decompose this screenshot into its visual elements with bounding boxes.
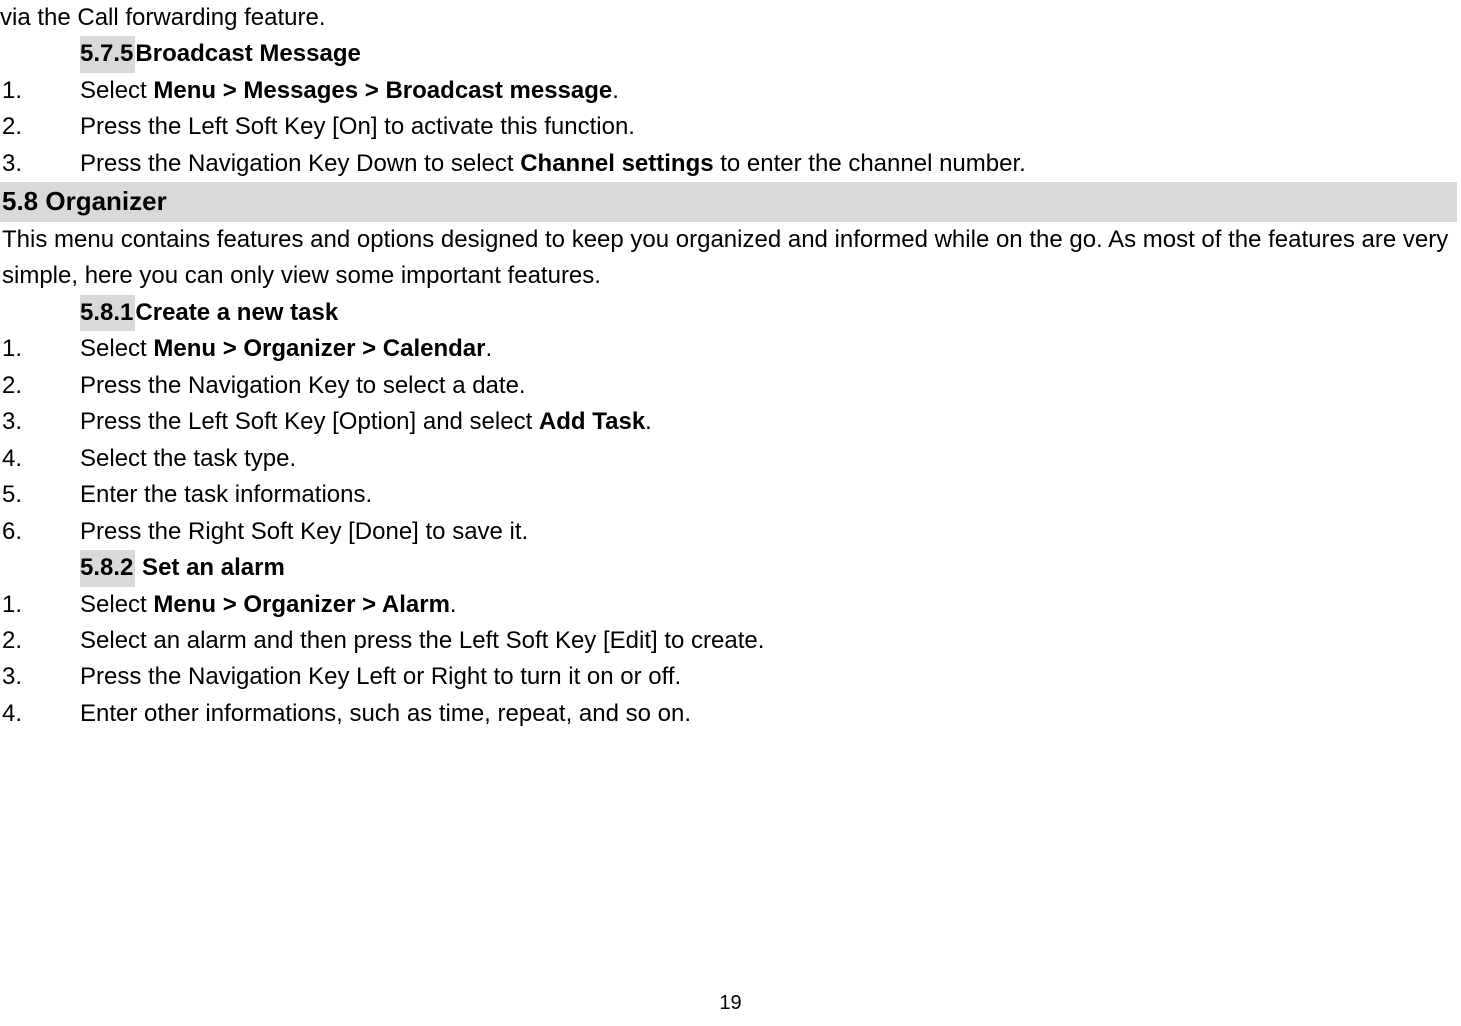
menu-path: Menu > Messages > Broadcast message [153,77,612,104]
list-number: 4. [0,696,80,732]
list-number: 5. [0,477,80,513]
subsection-582-heading: 5.8.2 Set an alarm [0,550,1457,586]
list-item: 3.Press the Left Soft Key [Option] and s… [0,404,1457,440]
paragraph-text: via the Call forwarding feature. [0,0,1457,36]
page-number: 19 [0,988,1461,1018]
text-run: Select [80,77,153,104]
list-number: 4. [0,441,80,477]
list-item: 3.Press the Navigation Key Left or Right… [0,659,1457,695]
list-item: 2.Press the Navigation Key to select a d… [0,368,1457,404]
list-text: Press the Right Soft Key [Done] to save … [80,518,528,545]
subsection-number: 5.8.2 [80,550,135,586]
text-run: . [612,77,619,104]
list-item: 2.Press the Left Soft Key [On] to activa… [0,109,1457,145]
emphasis-text: Channel settings [520,150,713,177]
menu-path: Menu > Organizer > Alarm [153,591,450,618]
list-item: 1.Select Menu > Organizer > Calendar. [0,331,1457,367]
list-text: Press the Navigation Key Left or Right t… [80,663,681,690]
list-text: Select Menu > Organizer > Alarm. [80,591,457,618]
text-run: . [645,408,652,435]
list-text: Press the Left Soft Key [On] to activate… [80,113,635,140]
list-number: 3. [0,404,80,440]
text-run: Press the Left Soft Key [Option] and sel… [80,408,539,435]
list-text: Press the Navigation Key Down to select … [80,150,1026,177]
subsection-title: Create a new task [135,299,338,326]
section-58-heading: 5.8 Organizer [0,182,1457,222]
list-item: 2.Select an alarm and then press the Lef… [0,623,1457,659]
list-text: Enter other informations, such as time, … [80,700,691,727]
list-number: 2. [0,623,80,659]
text-run: Press the Navigation Key Down to select [80,150,520,177]
text-run: Select [80,335,153,362]
list-number: 6. [0,514,80,550]
list-item: 4.Select the task type. [0,441,1457,477]
paragraph-text: This menu contains features and options … [0,222,1457,295]
emphasis-text: Add Task [539,408,645,435]
list-item: 6.Press the Right Soft Key [Done] to sav… [0,514,1457,550]
text-run: . [485,335,492,362]
list-text: Enter the task informations. [80,481,372,508]
list-number: 2. [0,109,80,145]
list-number: 1. [0,331,80,367]
list-text: Select Menu > Organizer > Calendar. [80,335,492,362]
list-item: 1.Select Menu > Messages > Broadcast mes… [0,73,1457,109]
text-run: Select [80,591,153,618]
list-text: Press the Left Soft Key [Option] and sel… [80,408,652,435]
list-item: 4.Enter other informations, such as time… [0,696,1457,732]
list-text: Press the Navigation Key to select a dat… [80,372,526,399]
menu-path: Menu > Organizer > Calendar [153,335,485,362]
list-item: 5.Enter the task informations. [0,477,1457,513]
subsection-575-heading: 5.7.5 Broadcast Message [0,36,1457,72]
list-item: 1.Select Menu > Organizer > Alarm. [0,587,1457,623]
subsection-title: Broadcast Message [135,40,360,67]
subsection-title: Set an alarm [135,554,284,581]
list-text: Select an alarm and then press the Left … [80,627,764,654]
document-page: via the Call forwarding feature. 5.7.5 B… [0,0,1461,1026]
subsection-number: 5.8.1 [80,295,135,331]
list-number: 3. [0,146,80,182]
list-number: 3. [0,659,80,695]
subsection-number: 5.7.5 [80,36,135,72]
list-number: 1. [0,587,80,623]
list-text: Select the task type. [80,445,296,472]
text-run: to enter the channel number. [714,150,1026,177]
subsection-581-heading: 5.8.1 Create a new task [0,295,1457,331]
list-text: Select Menu > Messages > Broadcast messa… [80,77,619,104]
list-item: 3.Press the Navigation Key Down to selec… [0,146,1457,182]
text-run: . [450,591,457,618]
list-number: 1. [0,73,80,109]
list-number: 2. [0,368,80,404]
